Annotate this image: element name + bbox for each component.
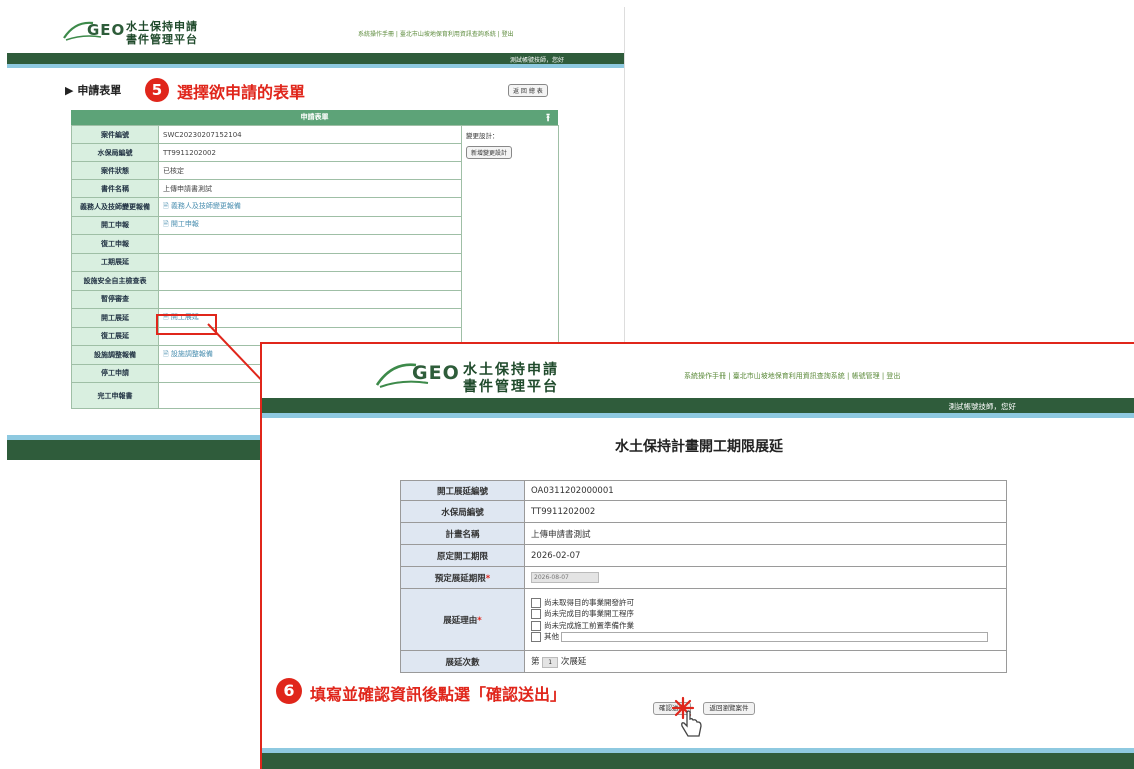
step6-badge: 6	[276, 678, 302, 704]
orig-deadline-label: 原定開工期限	[400, 544, 525, 567]
form-link[interactable]: 義務人及技師變更報備	[171, 202, 241, 210]
reason-option[interactable]: 其他	[531, 631, 1000, 643]
step6-callout: 填寫並確認資訊後點選「確認送出」	[310, 685, 567, 704]
table-row: 案件編號 SWC20230207152104	[71, 125, 462, 144]
expected-ext-cell: 2026-08-07	[524, 566, 1007, 589]
count-cell: 第 1 次展延	[524, 650, 1007, 673]
reason-option[interactable]: 尚未取得目的事業開發許可	[531, 597, 1000, 609]
row-label: 水保局編號	[71, 143, 159, 162]
plan-name-value: 上傳申請書測試	[524, 522, 1007, 545]
table-row: 復工申報	[71, 234, 462, 254]
extension-form: 開工展延編號 OA0311202000001 水保局編號 TT991120200…	[400, 480, 1007, 673]
top-links[interactable]: 系統操作手冊 | 臺北市山坡地保育利用資訊查詢系統 | 登出	[358, 29, 514, 38]
required-marker: *	[485, 573, 491, 584]
step5-badge: 5	[145, 78, 169, 102]
row-label: 復工展延	[71, 326, 159, 346]
table-row: 書件名稱 上傳申請書測試	[71, 179, 462, 198]
table-header: 申請表單 ⭱	[71, 110, 558, 125]
row-value[interactable]: 🗎 開工申報	[158, 215, 462, 235]
row-label: 工期展延	[71, 252, 159, 272]
row-label: 開工展延	[71, 308, 159, 328]
expected-ext-input[interactable]: 2026-08-07	[531, 572, 599, 583]
table-row: 開工申報 🗎 開工申報	[71, 215, 462, 235]
table-row: 水保局編號 TT9911202002	[71, 143, 462, 162]
bureau-no-label: 水保局編號	[400, 500, 525, 523]
header-accent	[7, 64, 624, 68]
arrow-up-icon[interactable]: ⭱	[546, 110, 550, 125]
expected-ext-label: 預定展延期限	[434, 573, 486, 584]
step5-callout: 選擇欲申請的表單	[177, 83, 306, 102]
checkbox[interactable]	[531, 597, 541, 608]
table-row: 暫停審查	[71, 289, 462, 309]
row-label: 書件名稱	[71, 179, 159, 198]
form-link[interactable]: 開工申報	[171, 220, 199, 228]
row-value: SWC20230207152104	[158, 125, 462, 144]
row-value: 已核定	[158, 161, 462, 180]
row-label: 暫停審查	[71, 289, 159, 309]
table-row: 工期展延	[71, 252, 462, 272]
side-label: 變更設計：	[466, 132, 499, 140]
row-value[interactable]: 🗎 義務人及技師變更報備	[158, 197, 462, 217]
return-button[interactable]: 返 回 總 表	[508, 84, 548, 97]
row-label: 設施安全自主檢查表	[71, 271, 159, 291]
logo-text: GEO	[87, 21, 126, 39]
user-greeting: 測試帳號技師，您好	[509, 57, 564, 64]
bureau-no-value: TT9911202002	[524, 500, 1007, 523]
row-value	[158, 289, 462, 309]
header-bar: 測試帳號技師，您好	[262, 398, 1134, 413]
top-links[interactable]: 系統操作手冊 | 臺北市山坡地保育利用資訊查詢系統 | 帳號管理 | 登出	[684, 371, 900, 381]
new-design-change-button[interactable]: 新增變更設計	[466, 146, 513, 159]
row-label: 案件狀態	[71, 161, 159, 180]
checkbox[interactable]	[531, 632, 541, 642]
front-window: GEO 水土保持申請 書件管理平台 系統操作手冊 | 臺北市山坡地保育利用資訊查…	[260, 342, 1134, 769]
hand-cursor-icon	[681, 710, 702, 737]
row-value	[158, 234, 462, 254]
table-row: 設施安全自主檢查表	[71, 271, 462, 291]
other-reason-input[interactable]	[561, 632, 988, 642]
page-title: 水土保持計畫開工期限展延	[615, 439, 783, 455]
back-to-case-button[interactable]: 返回瀏覽案件	[703, 702, 755, 715]
row-label: 復工申報	[71, 234, 159, 254]
count-label: 展延次數	[400, 650, 525, 673]
document-icon: 🗎	[163, 220, 171, 229]
row-label: 開工申報	[71, 215, 159, 235]
row-label: 案件編號	[71, 125, 159, 144]
ext-no-value: OA0311202000001	[524, 480, 1007, 501]
checkbox[interactable]	[531, 620, 541, 631]
triangle-icon: ▶	[65, 84, 74, 97]
count-input[interactable]: 1	[542, 657, 559, 668]
required-marker: *	[477, 615, 482, 626]
count-prefix: 第	[531, 657, 540, 667]
count-suffix: 次展延	[560, 657, 587, 667]
header-bar: 測試帳號技師，您好	[7, 53, 624, 64]
table-row: 義務人及技師變更報備 🗎 義務人及技師變更報備	[71, 197, 462, 217]
row-value	[158, 252, 462, 272]
section-title: ▶ 申請表單	[65, 84, 122, 97]
checkbox[interactable]	[531, 609, 541, 619]
reason-option[interactable]: 尚未完成目的事業開工程序	[531, 608, 1000, 620]
row-value: TT9911202002	[158, 143, 462, 162]
row-label: 設施調整報備	[71, 345, 159, 365]
user-greeting: 測試帳號技師，您好	[948, 402, 1017, 411]
row-label: 停工申請	[71, 363, 159, 383]
table-row: 案件狀態 已核定	[71, 161, 462, 180]
document-icon: 🗎	[163, 201, 171, 210]
reason-options: 尚未取得目的事業開發許可 尚未完成目的事業開工程序 尚未完成施工前置準備作業 其…	[524, 588, 1007, 651]
expected-ext-label-cell: 預定展延期限*	[400, 566, 525, 589]
logo-title-line2: 書件管理平台	[463, 379, 559, 395]
logo-text: GEO	[412, 362, 460, 384]
row-label: 義務人及技師變更報備	[71, 197, 159, 217]
reason-option[interactable]: 尚未完成施工前置準備作業	[531, 620, 1000, 632]
document-icon: 🗎	[163, 349, 171, 358]
row-value	[158, 271, 462, 291]
reason-label-cell: 展延理由*	[400, 588, 525, 651]
plan-name-label: 計畫名稱	[400, 522, 525, 545]
reason-label: 展延理由	[443, 615, 478, 626]
header-accent	[262, 413, 1134, 418]
row-value: 上傳申請書測試	[158, 179, 462, 198]
logo-title-line2: 書件管理平台	[126, 33, 198, 46]
ext-no-label: 開工展延編號	[400, 480, 525, 501]
orig-deadline-value: 2026-02-07	[524, 544, 1007, 567]
row-label: 完工申報書	[71, 382, 159, 409]
